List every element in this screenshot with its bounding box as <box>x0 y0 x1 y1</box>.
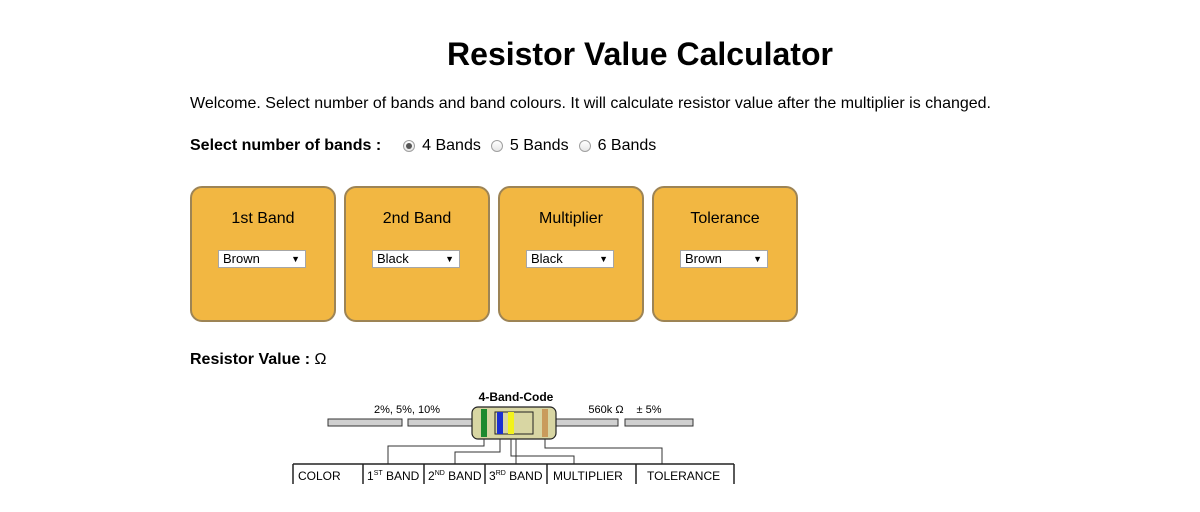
dropdown-arrow-icon[interactable]: ▼ <box>753 251 762 267</box>
resistor-body <box>471 406 557 440</box>
radio-option-5-bands[interactable]: 5 Bands <box>490 137 569 155</box>
resistor-value-unit: Ω <box>314 351 327 368</box>
resistor-value-label: Resistor Value : <box>190 351 311 368</box>
select-1st-band[interactable]: Brown ▼ <box>218 250 306 268</box>
band-count-label: Select number of bands : <box>190 137 382 154</box>
band-count-selector: Select number of bands : 4 Bands 5 Bands… <box>190 137 666 155</box>
select-2nd-band-value[interactable]: Black <box>377 251 409 266</box>
table-header-1st-band: 1ST BAND <box>367 469 420 483</box>
radio-option-6-bands[interactable]: 6 Bands <box>578 137 657 155</box>
select-tolerance-value[interactable]: Brown <box>685 251 722 266</box>
band-blue <box>497 412 503 434</box>
card-title-multiplier: Multiplier <box>538 210 603 227</box>
color-code-table-header: COLOR 1ST BAND 2ND BAND 3RD BAND MULTIPL… <box>292 463 735 484</box>
band-green <box>481 409 487 437</box>
band-cards: 1st Band Brown ▼ 2nd Band Black ▼ Multip… <box>190 186 806 322</box>
radio-5-bands[interactable] <box>490 140 503 152</box>
select-multiplier[interactable]: Black ▼ <box>526 250 614 268</box>
card-1st-band: 1st Band Brown ▼ <box>190 186 336 322</box>
card-multiplier: Multiplier Black ▼ <box>498 186 644 322</box>
table-header-multiplier: MULTIPLIER <box>553 469 623 483</box>
page-title: Resistor Value Calculator <box>447 36 833 72</box>
table-header-tolerance: TOLERANCE <box>647 469 720 483</box>
radio-4-bands-label[interactable]: 4 Bands <box>422 137 481 155</box>
radio-6-bands[interactable] <box>578 140 591 152</box>
select-1st-band-value[interactable]: Brown <box>223 251 260 266</box>
select-tolerance[interactable]: Brown ▼ <box>680 250 768 268</box>
radio-6-bands-label[interactable]: 6 Bands <box>598 137 657 155</box>
radio-option-4-bands[interactable]: 4 Bands <box>403 137 481 155</box>
diagram-heading: 4-Band-Code <box>479 390 554 404</box>
card-title-2nd-band: 2nd Band <box>382 210 452 227</box>
table-header-3rd-band: 3RD BAND <box>489 469 543 483</box>
diagram-right-tolerance: ± 5% <box>637 404 662 416</box>
card-2nd-band: 2nd Band Black ▼ <box>344 186 490 322</box>
table-header-color: COLOR <box>298 469 341 483</box>
welcome-text: Welcome. Select number of bands and band… <box>190 95 991 112</box>
diagram-left-caption: 2%, 5%, 10% <box>374 404 440 416</box>
band-yellow <box>508 412 514 434</box>
card-tolerance: Tolerance Brown ▼ <box>652 186 798 322</box>
card-title-tolerance: Tolerance <box>690 210 760 227</box>
radio-4-bands[interactable] <box>403 140 416 152</box>
radio-5-bands-label[interactable]: 5 Bands <box>510 137 569 155</box>
dropdown-arrow-icon[interactable]: ▼ <box>291 251 300 267</box>
card-title-1st-band: 1st Band <box>231 210 295 227</box>
select-multiplier-value[interactable]: Black <box>531 251 563 266</box>
dropdown-arrow-icon[interactable]: ▼ <box>445 251 454 267</box>
band-tan <box>542 409 548 437</box>
resistor-value-result: Resistor Value : Ω <box>190 351 326 369</box>
band-connector-lines <box>387 439 663 464</box>
table-header-2nd-band: 2ND BAND <box>428 469 482 483</box>
dropdown-arrow-icon[interactable]: ▼ <box>599 251 608 267</box>
diagram-right-value: 560k Ω <box>588 404 623 416</box>
select-2nd-band[interactable]: Black ▼ <box>372 250 460 268</box>
resistor-color-code-diagram: 4-Band-Code 2%, 5%, 10% 560k Ω ± 5% COLO… <box>292 390 735 484</box>
